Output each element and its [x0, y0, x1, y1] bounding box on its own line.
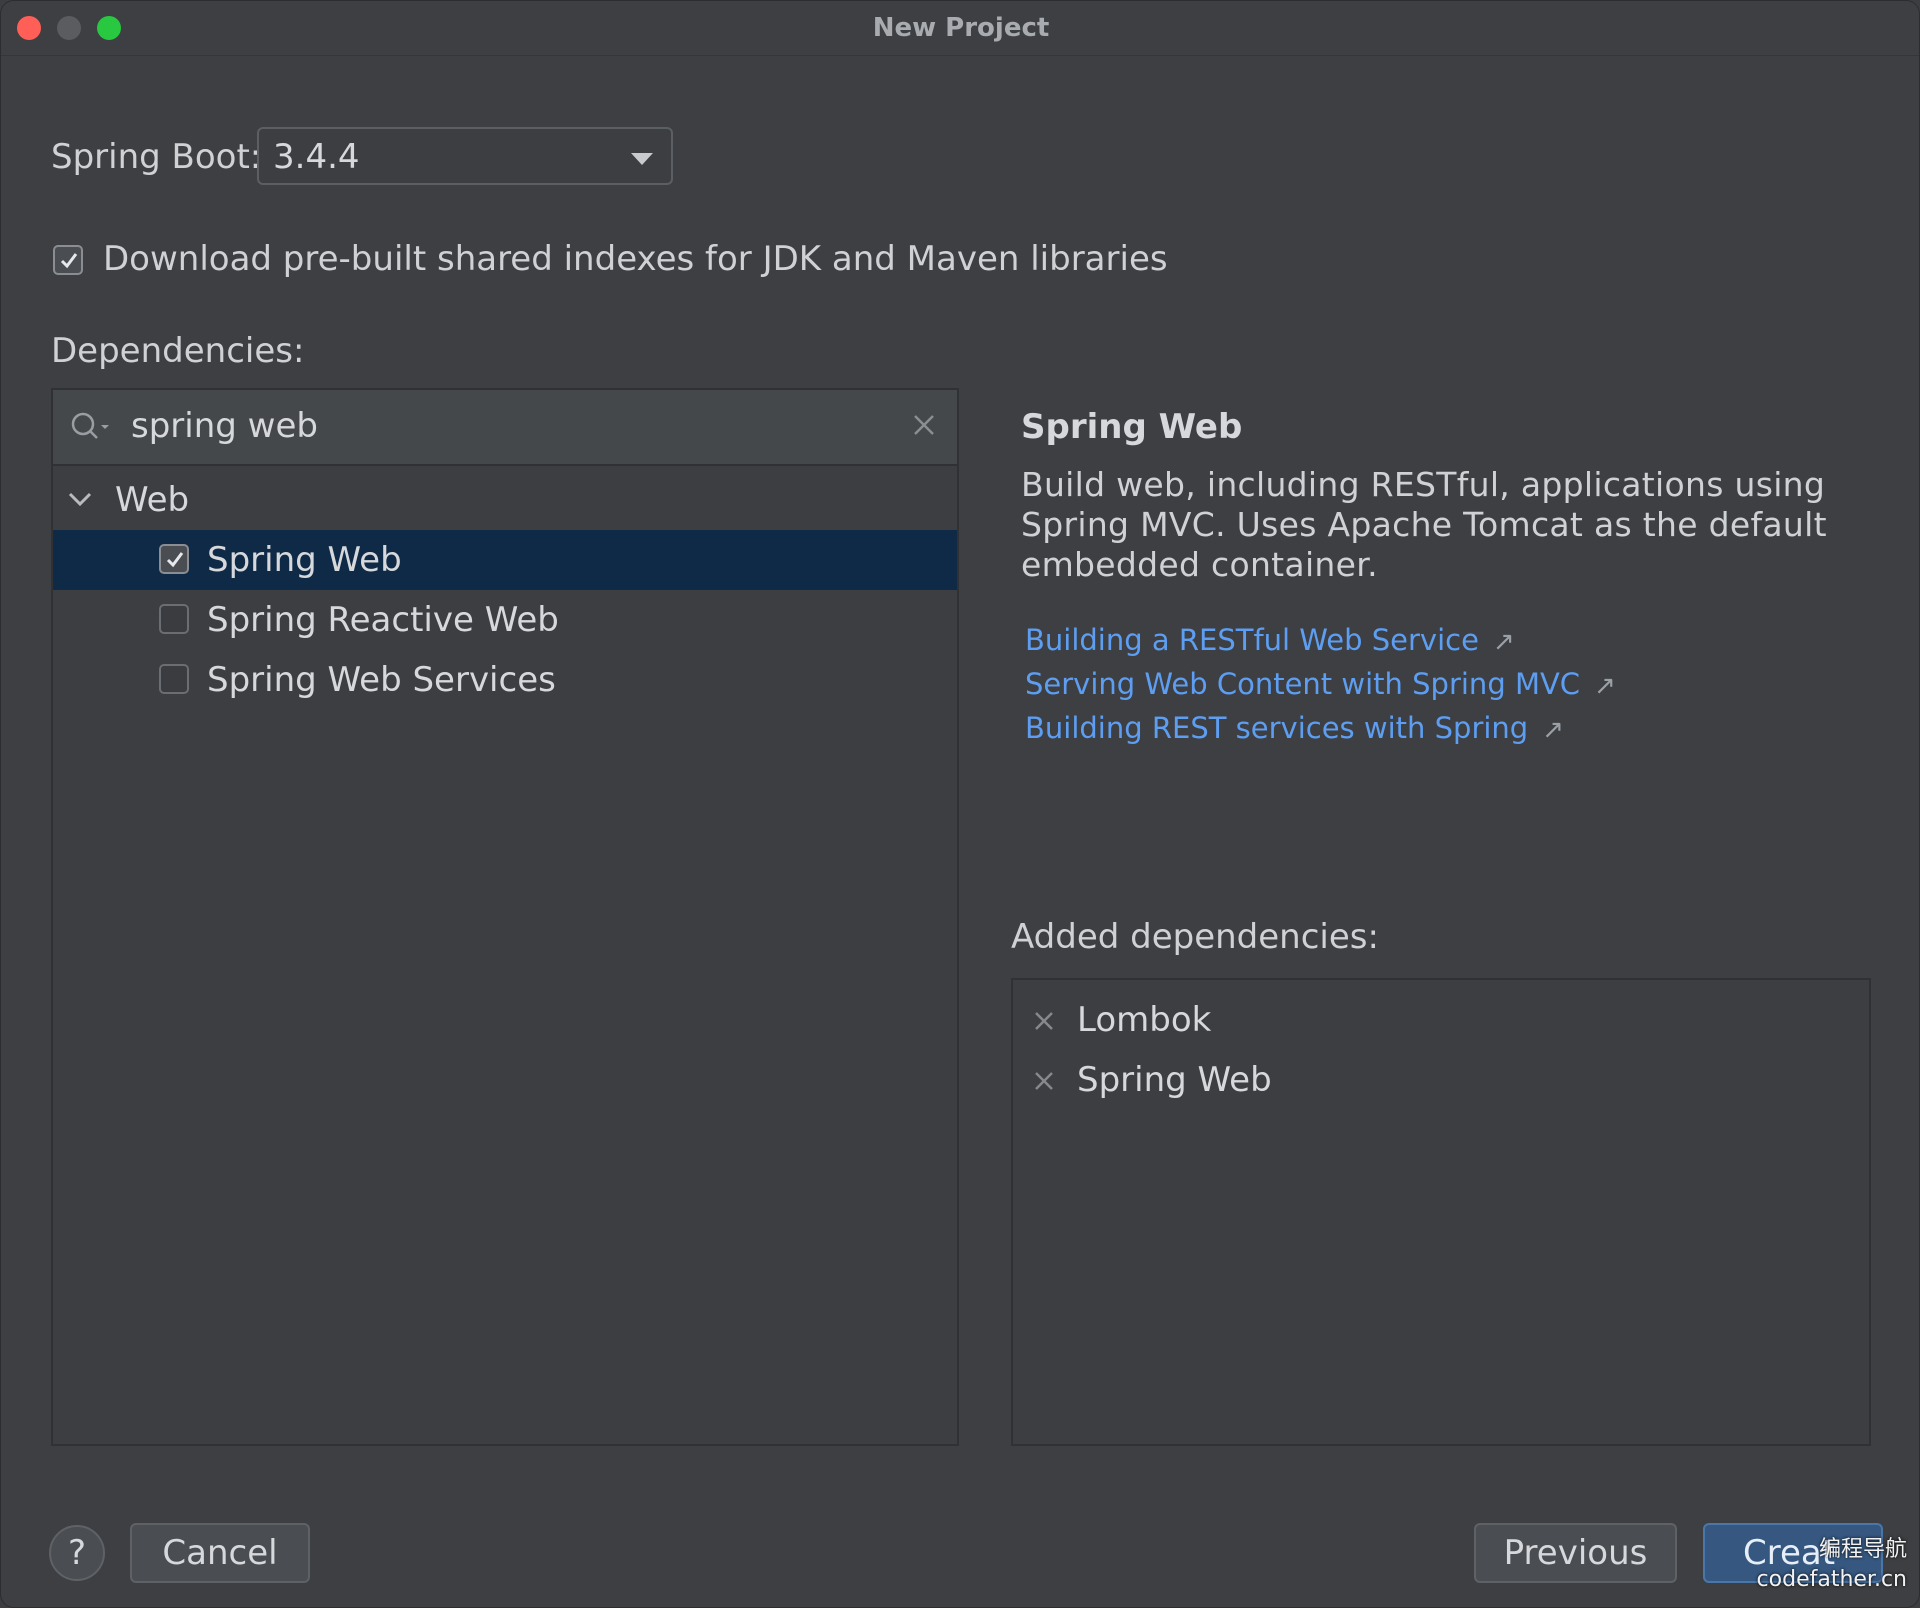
watermark: 编程导航 codefather.cn [1757, 1535, 1907, 1595]
tree-group-web[interactable]: Web [53, 470, 957, 530]
added-dependencies-list: Lombok Spring Web [1011, 978, 1871, 1446]
tree-item-label: Spring Web [207, 540, 402, 580]
previous-button[interactable]: Previous [1474, 1523, 1677, 1583]
spring-web-checkbox[interactable] [159, 544, 189, 574]
dependencies-tree-panel: spring web Web Spring Web Spring Reactiv… [51, 388, 959, 1446]
tree-item-spring-web[interactable]: Spring Web [53, 530, 957, 590]
close-icon[interactable] [911, 412, 937, 438]
watermark-line-1: 编程导航 [1818, 1537, 1907, 1562]
spring-reactive-web-checkbox[interactable] [159, 604, 189, 634]
spring-boot-label: Spring Boot: [51, 137, 262, 177]
guide-link-web-content-mvc[interactable]: Serving Web Content with Spring MVC ↗ [1025, 667, 1616, 701]
external-link-icon: ↗ [1492, 627, 1515, 657]
tree-group-label: Web [115, 480, 190, 520]
added-dependencies-label: Added dependencies: [1011, 917, 1379, 957]
search-icon[interactable] [69, 410, 113, 444]
checkmark-icon [166, 552, 184, 568]
tree-item-label: Spring Web Services [207, 660, 556, 700]
dependency-detail-title: Spring Web [1021, 407, 1243, 447]
title-bar: New Project [1, 1, 1919, 56]
guide-link-restful-service[interactable]: Building a RESTful Web Service ↗ [1025, 623, 1515, 657]
added-dependency-label: Lombok [1077, 1000, 1212, 1040]
added-dependency-label: Spring Web [1077, 1060, 1272, 1100]
download-indexes-checkbox[interactable] [53, 245, 83, 275]
external-link-icon: ↗ [1594, 671, 1616, 701]
guide-link-label[interactable]: Serving Web Content with Spring MVC [1025, 667, 1580, 701]
spring-web-services-checkbox[interactable] [159, 664, 189, 694]
remove-icon[interactable] [1033, 1010, 1055, 1032]
cancel-button[interactable]: Cancel [130, 1523, 310, 1583]
added-dependency-item: Spring Web [1013, 1052, 1869, 1112]
guide-link-label[interactable]: Building REST services with Spring [1025, 711, 1528, 745]
tree-item-spring-web-services[interactable]: Spring Web Services [53, 650, 957, 710]
help-button[interactable]: ? [49, 1525, 105, 1581]
tree-item-spring-reactive-web[interactable]: Spring Reactive Web [53, 590, 957, 650]
checkmark-icon [60, 253, 78, 269]
guide-link-label[interactable]: Building a RESTful Web Service [1025, 623, 1479, 657]
dependency-detail-description: Build web, including RESTful, applicatio… [1021, 465, 1827, 584]
tree-item-label: Spring Reactive Web [207, 600, 559, 640]
new-project-dialog: New Project Spring Boot: 3.4.4 Download … [0, 0, 1920, 1608]
dependency-search-field[interactable]: spring web [53, 390, 957, 466]
window-title: New Project [872, 13, 1050, 43]
search-input[interactable]: spring web [131, 406, 318, 446]
dependencies-label: Dependencies: [51, 331, 305, 371]
guide-link-rest-services[interactable]: Building REST services with Spring ↗ [1025, 711, 1564, 745]
spring-boot-version-value: 3.4.4 [273, 137, 360, 177]
chevron-down-icon [631, 153, 653, 165]
download-indexes-label: Download pre-built shared indexes for JD… [103, 239, 1168, 279]
watermark-line-2: codefather.cn [1756, 1567, 1907, 1592]
remove-icon[interactable] [1033, 1070, 1055, 1092]
added-dependency-item: Lombok [1013, 992, 1869, 1052]
chevron-down-icon[interactable] [67, 490, 93, 508]
spring-boot-version-select[interactable]: 3.4.4 [257, 127, 673, 185]
external-link-icon: ↗ [1542, 715, 1565, 745]
